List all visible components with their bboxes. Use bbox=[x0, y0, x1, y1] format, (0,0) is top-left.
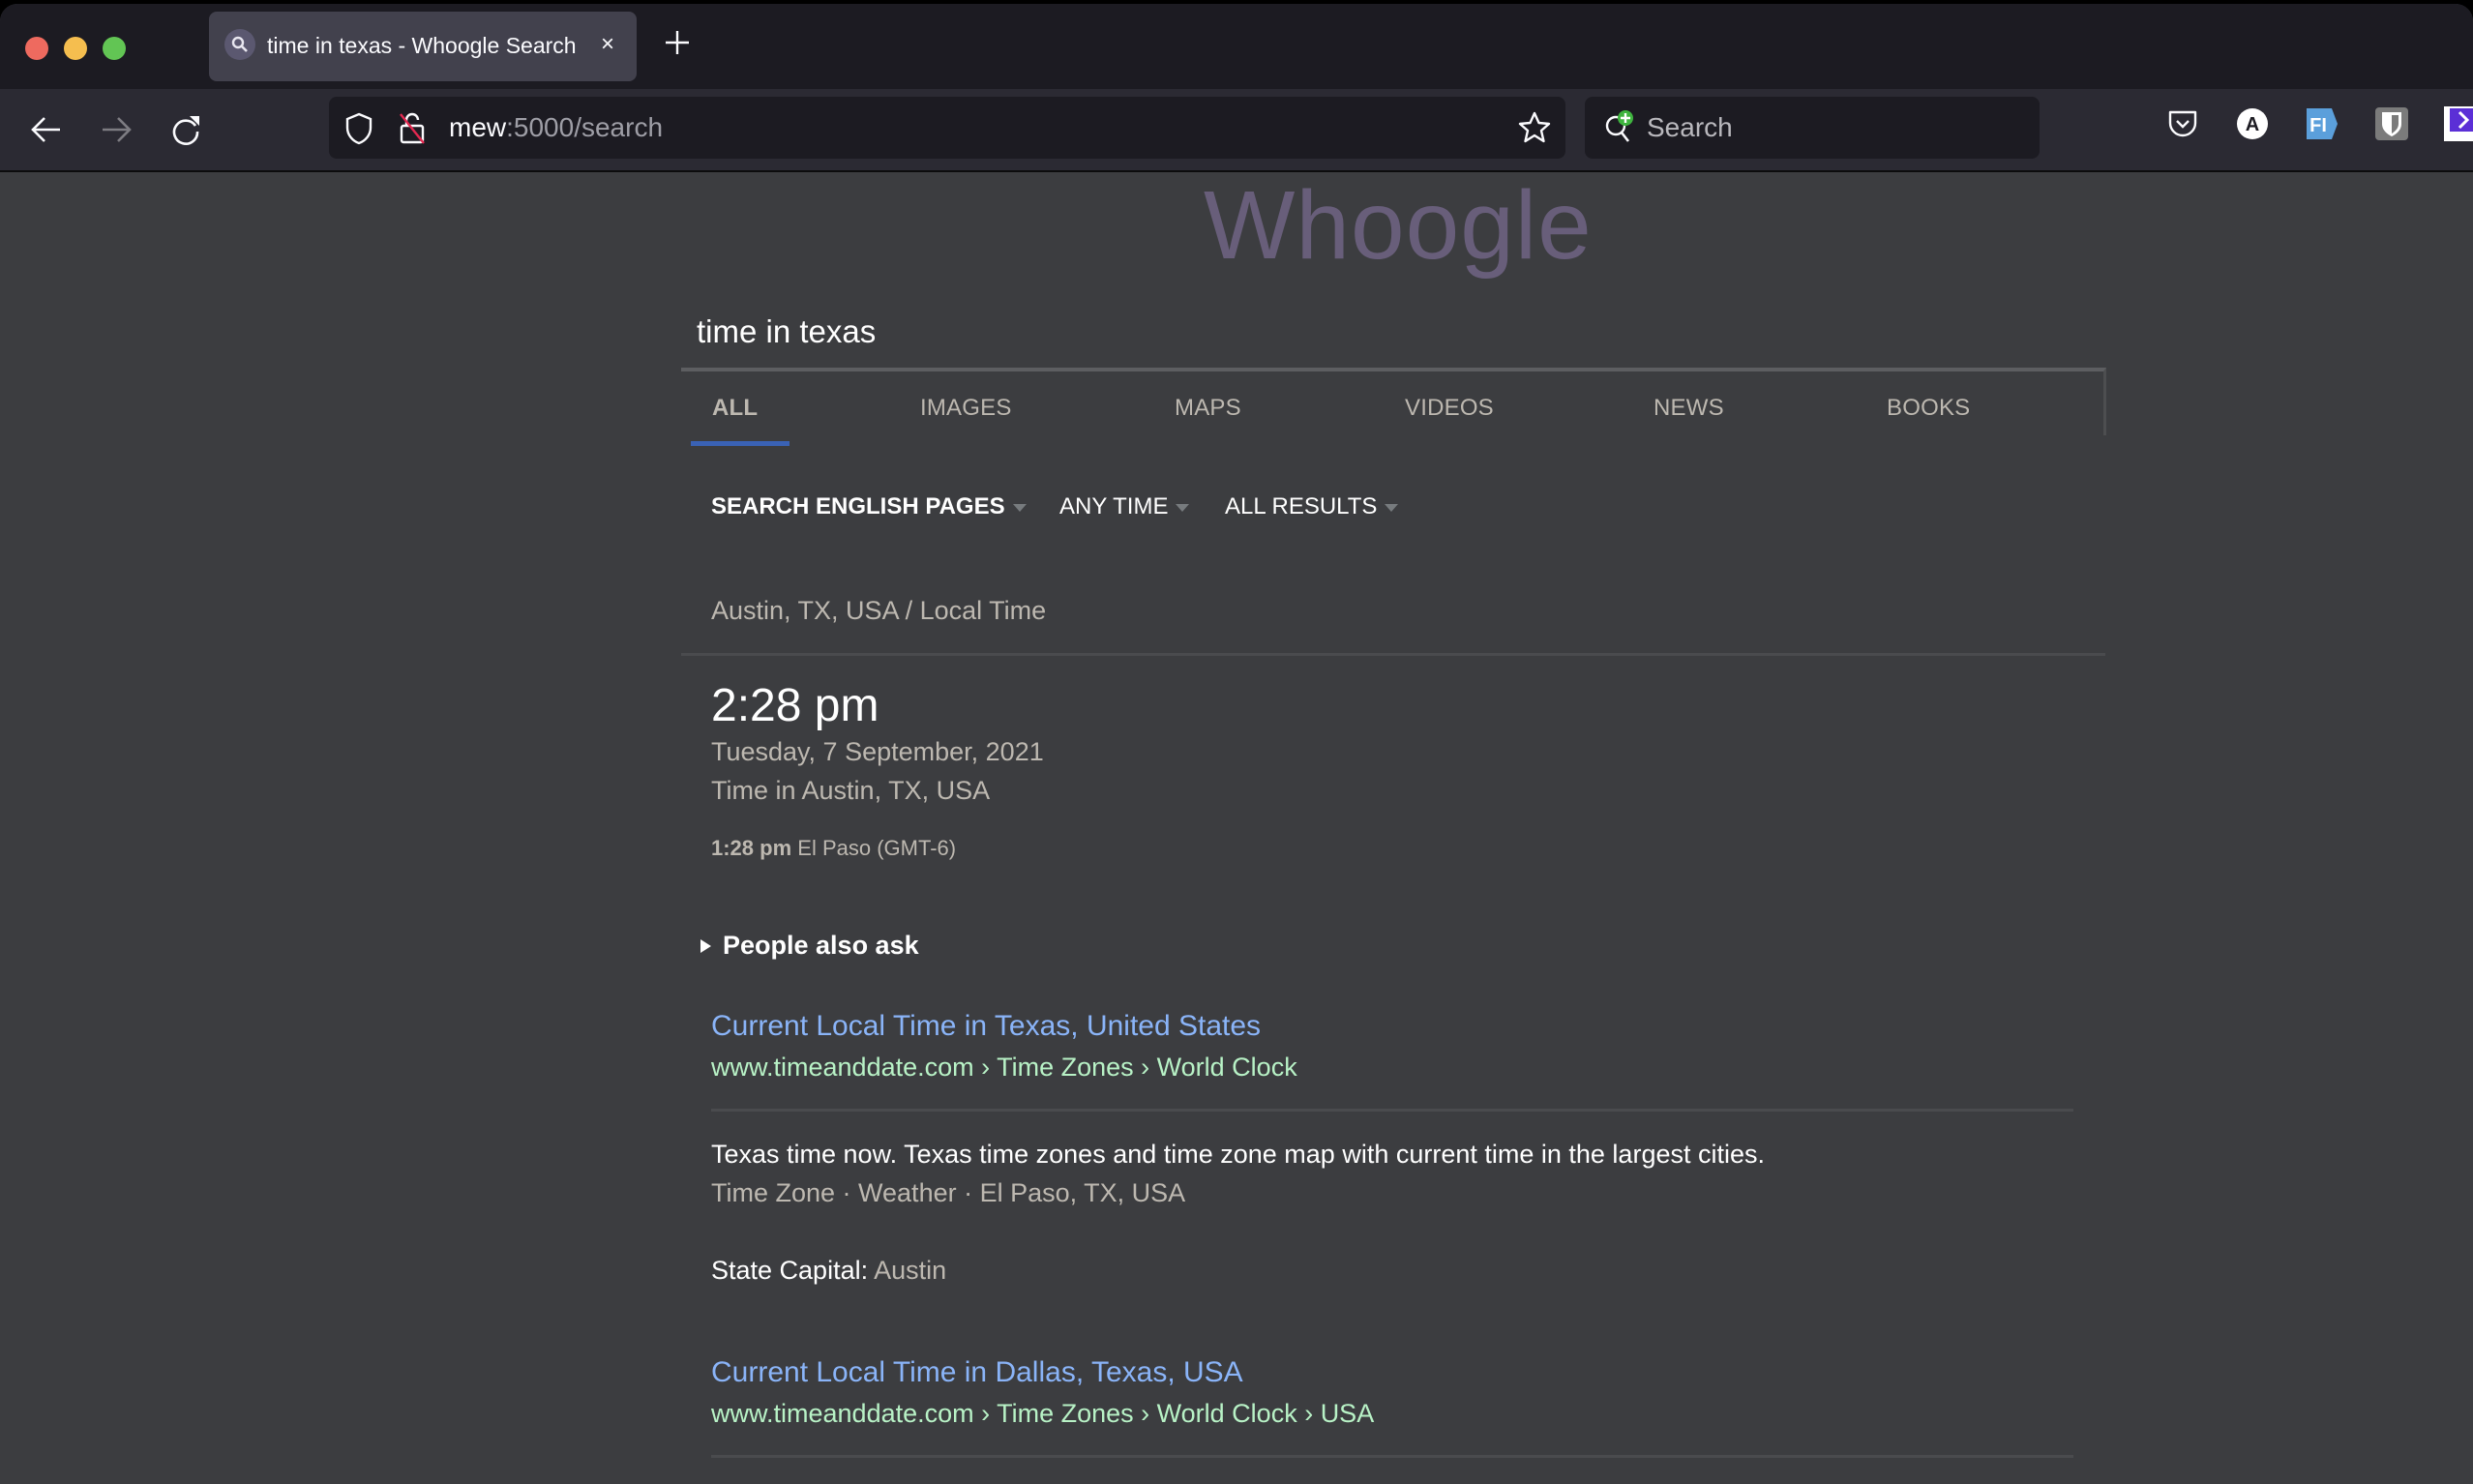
people-also-ask-label: People also ask bbox=[723, 931, 919, 960]
tab-maps[interactable]: MAPS bbox=[1175, 395, 1241, 422]
forward-button[interactable] bbox=[99, 112, 134, 147]
page-content: Whoogle time in texas ALL IMAGES MAPS VI… bbox=[0, 170, 2473, 1484]
pocket-icon[interactable] bbox=[2165, 106, 2200, 141]
browser-window: time in texas - Whoogle Search × mew:500… bbox=[0, 4, 2473, 1484]
forward-arrow-icon bbox=[103, 117, 132, 142]
triangle-right-icon bbox=[700, 938, 711, 953]
url-host: mew bbox=[449, 112, 507, 142]
back-arrow-icon bbox=[31, 117, 60, 142]
divider bbox=[681, 653, 2105, 656]
tab-videos[interactable]: VIDEOS bbox=[1405, 395, 1494, 422]
result-sitelinks[interactable]: Time Zone · Weather · El Paso, TX, USA bbox=[711, 1178, 1185, 1208]
back-button[interactable] bbox=[29, 112, 64, 147]
time-location: Time in Austin, TX, USA bbox=[711, 776, 991, 805]
divider bbox=[711, 1109, 2073, 1112]
url-text[interactable]: mew:5000/search bbox=[449, 112, 663, 143]
results-filter-dropdown[interactable]: ALL RESULTS bbox=[1225, 493, 1399, 520]
language-filter-label: SEARCH ENGLISH PAGES bbox=[711, 493, 1005, 519]
tab-books[interactable]: BOOKS bbox=[1887, 395, 1970, 422]
close-tab-icon[interactable]: × bbox=[592, 29, 623, 60]
caret-down-icon bbox=[1012, 504, 1027, 512]
tab-images[interactable]: IMAGES bbox=[920, 395, 1012, 422]
fact-label: State Capital: bbox=[711, 1256, 869, 1285]
tab-title: time in texas - Whoogle Search bbox=[267, 33, 577, 58]
caret-down-icon bbox=[1385, 504, 1399, 512]
insecure-lock-icon[interactable] bbox=[397, 110, 428, 150]
search-query-input[interactable]: time in texas bbox=[697, 313, 876, 350]
result-fact: State Capital: Austin bbox=[711, 1256, 946, 1286]
result-title-link[interactable]: Current Local Time in Texas, United Stat… bbox=[711, 1010, 1261, 1043]
result-snippet: Texas time now. Texas time zones and tim… bbox=[711, 1140, 1765, 1169]
bitwarden-icon[interactable] bbox=[2374, 106, 2409, 141]
tracking-shield-icon[interactable] bbox=[344, 112, 373, 150]
svg-text:A: A bbox=[2246, 114, 2259, 135]
tab-all[interactable]: ALL bbox=[712, 395, 758, 422]
reload-icon bbox=[172, 116, 199, 145]
search-placeholder: Search bbox=[1647, 112, 1733, 142]
a-extension-icon[interactable]: A bbox=[2235, 106, 2270, 141]
result-url[interactable]: www.timeanddate.com › Time Zones › World… bbox=[711, 1399, 1374, 1429]
result-url[interactable]: www.timeanddate.com › Time Zones › World… bbox=[711, 1053, 1297, 1083]
fact-value: Austin bbox=[874, 1256, 947, 1285]
url-bar[interactable]: mew:5000/search bbox=[329, 97, 1565, 159]
whoogle-logo[interactable]: Whoogle bbox=[1204, 170, 1593, 282]
reload-button[interactable] bbox=[168, 112, 203, 147]
local-time: 2:28 pm bbox=[711, 680, 879, 731]
window-maximize-button[interactable] bbox=[103, 37, 126, 60]
window-minimize-button[interactable] bbox=[64, 37, 87, 60]
other-timezone: 1:28 pm El Paso (GMT-6) bbox=[711, 836, 956, 861]
svg-text:FI: FI bbox=[2309, 115, 2327, 136]
result-title-link[interactable]: Current Local Time in Dallas, Texas, USA bbox=[711, 1356, 1243, 1389]
other-time: 1:28 pm bbox=[711, 836, 792, 860]
fi-extension-icon[interactable]: FI bbox=[2305, 106, 2339, 141]
window-close-button[interactable] bbox=[25, 37, 48, 60]
time-filter-label: ANY TIME bbox=[1059, 493, 1169, 519]
plus-icon bbox=[666, 31, 689, 54]
url-path: :5000/search bbox=[506, 112, 664, 142]
time-filter-dropdown[interactable]: ANY TIME bbox=[1059, 493, 1190, 520]
active-tab-indicator bbox=[691, 441, 790, 446]
tab-news[interactable]: NEWS bbox=[1654, 395, 1724, 422]
bookmark-star-icon[interactable] bbox=[1517, 110, 1552, 150]
browser-tab[interactable]: time in texas - Whoogle Search × bbox=[209, 12, 637, 81]
local-date: Tuesday, 7 September, 2021 bbox=[711, 737, 1044, 766]
divider bbox=[711, 1455, 2073, 1458]
search-icon bbox=[224, 29, 255, 60]
people-also-ask-toggle[interactable]: People also ask bbox=[700, 931, 919, 961]
browser-search-box[interactable]: Search bbox=[1585, 97, 2040, 159]
title-bar: time in texas - Whoogle Search × bbox=[0, 4, 2473, 89]
search-tabs: ALL IMAGES MAPS VIDEOS NEWS BOOKS bbox=[681, 368, 2106, 446]
caret-down-icon bbox=[1176, 504, 1190, 512]
time-card-header: Austin, TX, USA / Local Time bbox=[711, 596, 1047, 625]
nav-toolbar: mew:5000/search Search A FI bbox=[0, 89, 2473, 172]
speedup-icon[interactable] bbox=[2444, 106, 2473, 141]
other-zone: El Paso (GMT-6) bbox=[797, 836, 957, 860]
language-filter-dropdown[interactable]: SEARCH ENGLISH PAGES bbox=[711, 493, 1027, 520]
results-filter-label: ALL RESULTS bbox=[1225, 493, 1378, 519]
new-tab-button[interactable] bbox=[660, 25, 695, 60]
search-engine-add-icon[interactable] bbox=[1602, 108, 1641, 152]
